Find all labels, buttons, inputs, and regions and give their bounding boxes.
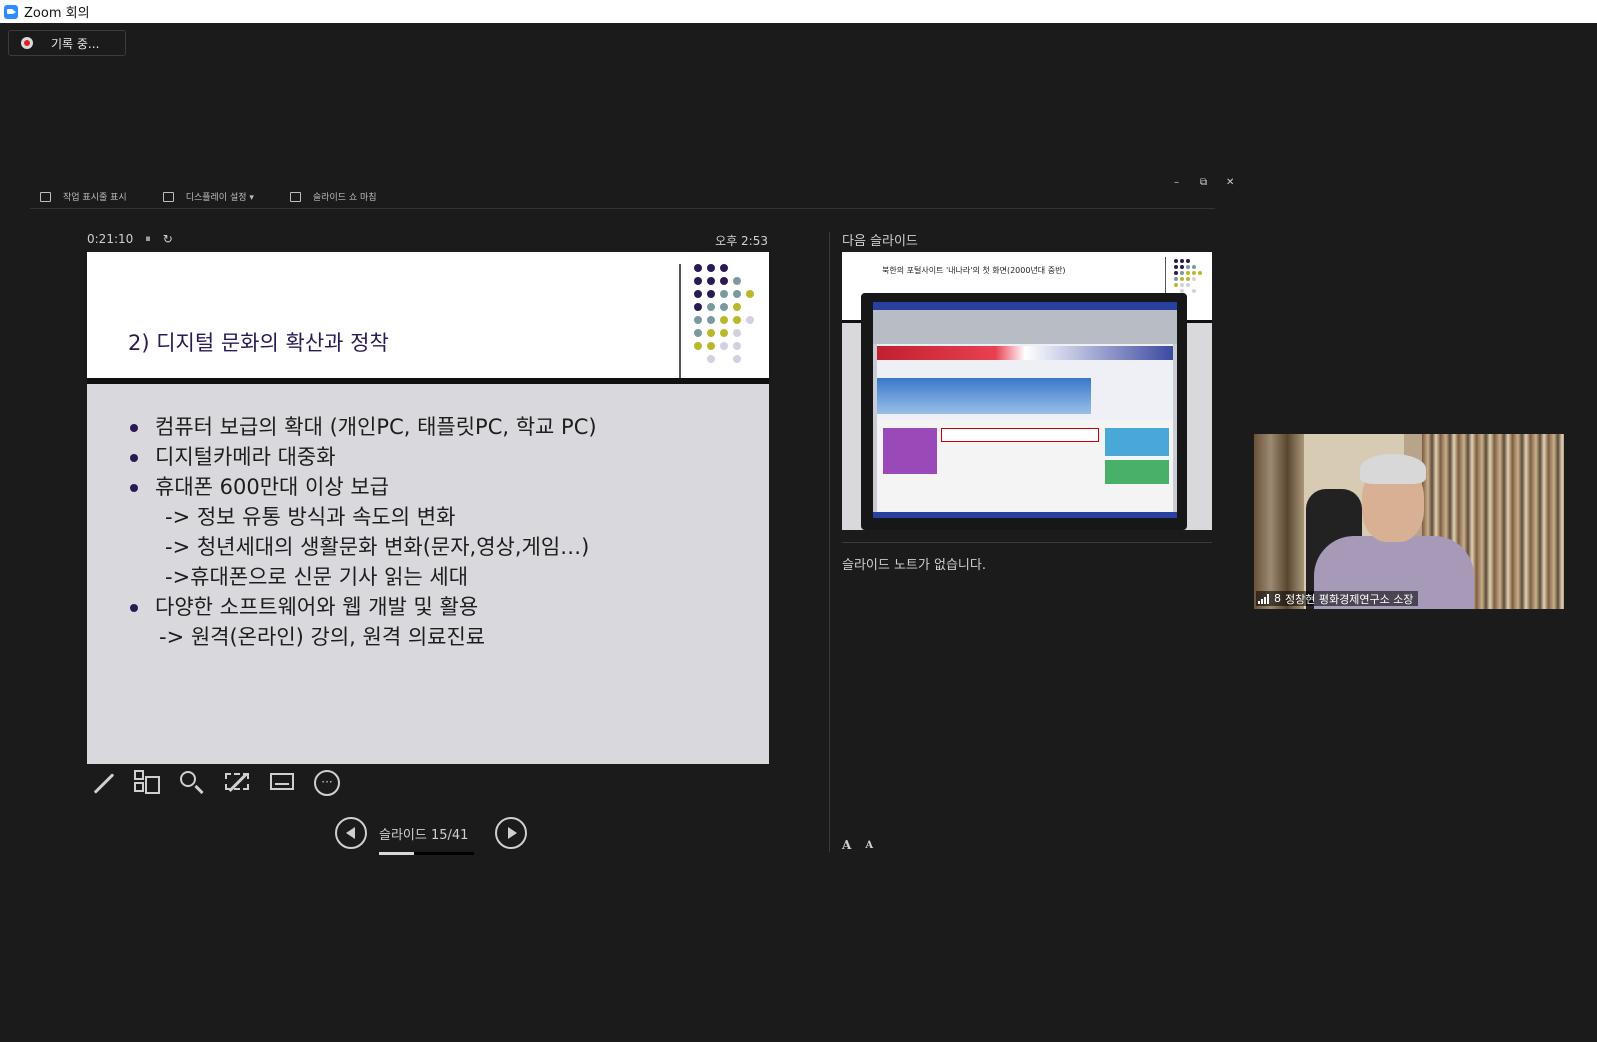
bullet-item: 다양한 소프트웨어와 웹 개발 및 활용 [127,592,597,622]
slide-title: 2) 디지털 문화의 확산과 정착 [128,331,389,355]
pen-icon[interactable] [87,768,117,798]
sub-item: ->휴대폰으로 신문 기사 읽는 세대 [165,565,469,589]
pause-timer-icon[interactable]: ⏸ [145,232,151,246]
close-icon[interactable]: ✕ [1226,177,1234,188]
end-slideshow-icon [289,191,301,202]
taskbar-icon [40,191,51,202]
subtitles-icon[interactable] [267,768,297,798]
show-taskbar-button[interactable]: 작업 표시줄 표시 [40,190,127,203]
window-title-bar: Zoom 회의 [0,0,1597,23]
next-slide-title: 북한의 포털사이트 '내나라'의 첫 화면(2000년대 중반) [882,266,1066,275]
elapsed-time: 0:21:10 [87,232,134,246]
sub-item: -> 원격(온라인) 강의, 원격 의료진료 [159,625,486,649]
display-settings-icon [162,191,174,202]
decrease-font-button[interactable]: A [865,840,873,852]
slide-notes: 슬라이드 노트가 없습니다. [842,558,986,573]
show-taskbar-label: 작업 표시줄 표시 [63,193,127,203]
participant-name: 정창현 평화경제연구소 소장 [1285,592,1414,606]
minimize-icon[interactable]: – [1174,177,1179,188]
slide-header-rule [87,378,769,384]
notes-font-controls: A A [842,838,887,852]
more-options-icon[interactable]: ··· [312,768,342,798]
sub-item: -> 정보 유통 방식과 속도의 변화 [165,505,456,529]
zoom-logo-icon [4,4,18,19]
crt-monitor-photo [861,293,1187,530]
slide-progress-fill [379,851,414,855]
see-all-slides-icon[interactable] [132,768,162,798]
current-slide[interactable]: 2) 디지털 문화의 확산과 정착 컴퓨터 보급의 확대 (개인PC, 태플릿P… [87,252,769,764]
slide-counter-label: 슬라이드 15/41 [379,827,469,843]
window-title: Zoom 회의 [24,6,90,21]
slide-navigation: 슬라이드 15/41 [335,817,527,855]
record-icon [21,37,33,49]
slide-counter: 슬라이드 15/41 [379,824,487,855]
pane-divider[interactable] [829,232,830,852]
presenter-tools: ··· [87,768,357,798]
bullet-item: 디지털카메라 대중화 [127,442,597,472]
signal-strength-icon [1258,593,1270,604]
recording-label: 기록 중... [51,36,100,51]
presenter-view: 작업 표시줄 표시 디스플레이 설정 ▾ 슬라이드 쇼 마침 – ⧉ ✕ 0:2… [30,170,1245,860]
slide-progress-bar [379,851,474,855]
previous-slide-button[interactable] [335,817,367,849]
presenter-toolbar: 작업 표시줄 표시 디스플레이 설정 ▾ 슬라이드 쇼 마침 [30,185,1215,209]
recording-indicator[interactable]: 기록 중... [8,30,126,56]
sub-item: -> 청년세대의 생활문화 변화(문자,영상,게임…) [165,535,590,559]
slide-header [87,252,769,379]
clock: 오후 2:53 [715,234,768,248]
decorative-dots [692,262,762,363]
bullet-item: 컴퓨터 보급의 확대 (개인PC, 태플릿PC, 학교 PC) [127,412,597,442]
reset-timer-icon[interactable]: ↻ [163,232,173,246]
notes-divider [842,542,1212,543]
increase-font-button[interactable]: A [842,838,851,852]
black-screen-icon[interactable] [222,768,252,798]
bookshelf [1254,434,1304,609]
next-slide-preview[interactable]: 북한의 포털사이트 '내나라'의 첫 화면(2000년대 중반) [842,252,1212,530]
person-hair [1360,454,1426,484]
display-settings-label: 디스플레이 설정 ▾ [185,193,254,203]
participant-count: 8 [1274,592,1281,605]
display-settings-button[interactable]: 디스플레이 설정 ▾ [162,190,254,203]
slideshow-timer: 0:21:10 ⏸ ↻ [87,232,173,246]
participant-video[interactable]: 8 정창현 평화경제연구소 소장 [1254,434,1564,609]
slide-body: 컴퓨터 보급의 확대 (개인PC, 태플릿PC, 학교 PC) 디지털카메라 대… [127,412,597,652]
end-slideshow-label: 슬라이드 쇼 마침 [312,193,377,203]
bullet-item: 휴대폰 600만대 이상 보급 [127,472,597,502]
next-slide-label: 다음 슬라이드 [842,234,918,249]
participant-caption: 8 정창현 평화경제연구소 소장 [1256,591,1419,606]
end-slideshow-button[interactable]: 슬라이드 쇼 마침 [289,190,377,203]
slide-divider-line [679,264,681,378]
zoom-slide-icon[interactable] [177,768,207,798]
restore-icon[interactable]: ⧉ [1200,177,1207,188]
next-slide-button[interactable] [495,817,527,849]
